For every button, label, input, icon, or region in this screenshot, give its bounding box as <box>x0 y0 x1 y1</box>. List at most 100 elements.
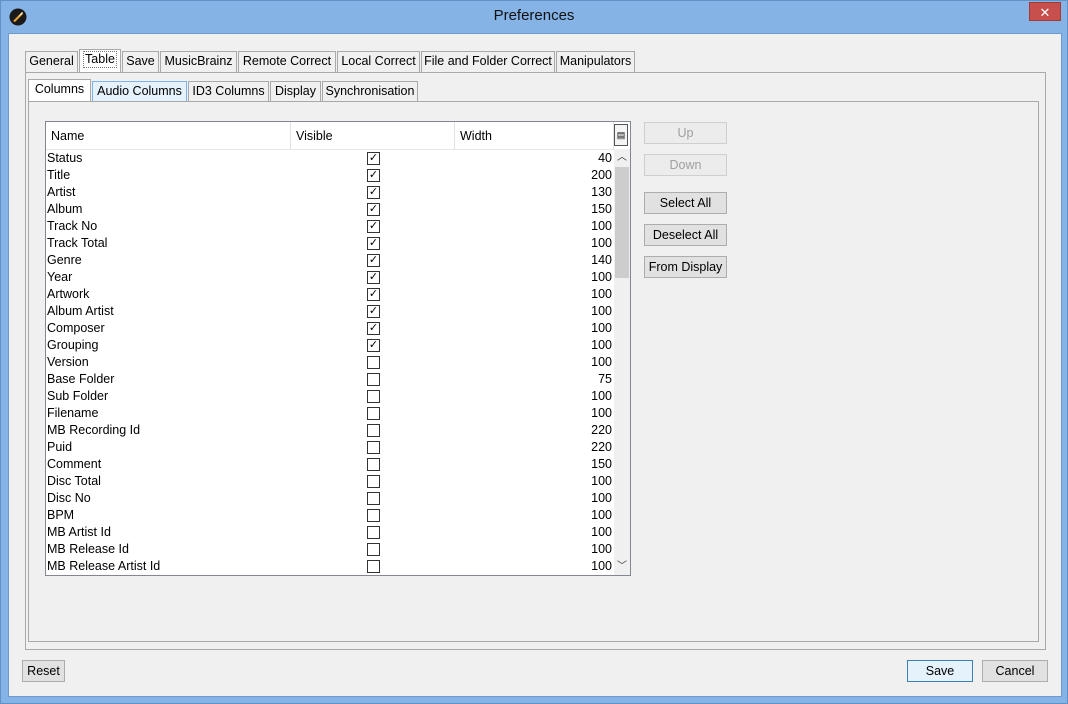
column-width[interactable]: 100 <box>591 490 612 507</box>
visible-checkbox[interactable] <box>367 407 380 420</box>
column-width[interactable]: 100 <box>591 388 612 405</box>
tab-table[interactable]: Table <box>79 49 121 73</box>
table-row[interactable]: Version 100 <box>46 354 614 371</box>
table-row[interactable]: MB Artist Id 100 <box>46 524 614 541</box>
close-button[interactable]: ✕ <box>1029 2 1061 21</box>
column-width[interactable]: 100 <box>591 286 612 303</box>
table-row[interactable]: Artist ✓ 130 <box>46 184 614 201</box>
table-row[interactable]: MB Release Id 100 <box>46 541 614 558</box>
visible-checkbox[interactable]: ✓ <box>367 186 380 199</box>
table-row[interactable]: Album ✓ 150 <box>46 201 614 218</box>
tab-musicbrainz[interactable]: MusicBrainz <box>160 51 237 72</box>
column-width[interactable]: 130 <box>591 184 612 201</box>
tab-remote-correct[interactable]: Remote Correct <box>238 51 336 72</box>
column-width[interactable]: 100 <box>591 507 612 524</box>
table-row[interactable]: Artwork ✓ 100 <box>46 286 614 303</box>
column-width[interactable]: 100 <box>591 354 612 371</box>
title-bar[interactable]: Preferences ✕ <box>1 1 1067 33</box>
column-chooser-icon[interactable]: ▤ <box>614 124 628 146</box>
visible-checkbox[interactable]: ✓ <box>367 220 380 233</box>
visible-checkbox[interactable] <box>367 543 380 556</box>
scrollbar-thumb[interactable] <box>615 167 629 278</box>
header-visible[interactable]: Visible <box>291 122 455 149</box>
table-row[interactable]: Disc No 100 <box>46 490 614 507</box>
visible-checkbox[interactable]: ✓ <box>367 169 380 182</box>
column-width[interactable]: 100 <box>591 235 612 252</box>
visible-checkbox[interactable] <box>367 441 380 454</box>
table-row[interactable]: Track Total ✓ 100 <box>46 235 614 252</box>
visible-checkbox[interactable] <box>367 458 380 471</box>
visible-checkbox[interactable] <box>367 356 380 369</box>
visible-checkbox[interactable] <box>367 373 380 386</box>
down-button[interactable]: Down <box>644 154 727 176</box>
columns-table[interactable]: Name Visible Width ▤ Status ✓ 40 Title ✓ 200 A… <box>45 121 631 576</box>
table-row[interactable]: Puid 220 <box>46 439 614 456</box>
column-width[interactable]: 100 <box>591 405 612 422</box>
table-row[interactable]: Title ✓ 200 <box>46 167 614 184</box>
subtab-display[interactable]: Display <box>270 81 321 102</box>
up-button[interactable]: Up <box>644 122 727 144</box>
column-width[interactable]: 75 <box>598 371 612 388</box>
table-row[interactable]: Base Folder 75 <box>46 371 614 388</box>
column-width[interactable]: 220 <box>591 439 612 456</box>
tab-manipulators[interactable]: Manipulators <box>556 51 635 72</box>
visible-checkbox[interactable]: ✓ <box>367 288 380 301</box>
tab-save[interactable]: Save <box>122 51 159 72</box>
column-width[interactable]: 100 <box>591 303 612 320</box>
tab-file-and-folder-correct[interactable]: File and Folder Correct <box>421 51 555 72</box>
visible-checkbox[interactable]: ✓ <box>367 203 380 216</box>
table-row[interactable]: MB Release Artist Id 100 <box>46 558 614 575</box>
save-button[interactable]: Save <box>907 660 973 682</box>
column-width[interactable]: 40 <box>598 150 612 167</box>
visible-checkbox[interactable] <box>367 390 380 403</box>
deselect-all-button[interactable]: Deselect All <box>644 224 727 246</box>
visible-checkbox[interactable]: ✓ <box>367 339 380 352</box>
visible-checkbox[interactable]: ✓ <box>367 305 380 318</box>
visible-checkbox[interactable]: ✓ <box>367 271 380 284</box>
table-row[interactable]: Sub Folder 100 <box>46 388 614 405</box>
column-width[interactable]: 100 <box>591 320 612 337</box>
subtab-id3-columns[interactable]: ID3 Columns <box>188 81 269 102</box>
tab-general[interactable]: General <box>25 51 78 72</box>
scroll-up-arrow-icon[interactable]: ︿ <box>614 149 630 166</box>
table-row[interactable]: BPM 100 <box>46 507 614 524</box>
visible-checkbox[interactable]: ✓ <box>367 322 380 335</box>
scroll-down-arrow-icon[interactable]: ﹀ <box>614 558 630 575</box>
table-row[interactable]: Year ✓ 100 <box>46 269 614 286</box>
subtab-audio-columns[interactable]: Audio Columns <box>92 81 187 102</box>
table-row[interactable]: Comment 150 <box>46 456 614 473</box>
vertical-scrollbar[interactable]: ︿ ﹀ <box>614 149 630 575</box>
table-row[interactable]: Genre ✓ 140 <box>46 252 614 269</box>
visible-checkbox[interactable] <box>367 475 380 488</box>
column-width[interactable]: 100 <box>591 269 612 286</box>
reset-button[interactable]: Reset <box>22 660 65 682</box>
from-display-button[interactable]: From Display <box>644 256 727 278</box>
table-row[interactable]: Track No ✓ 100 <box>46 218 614 235</box>
tab-local-correct[interactable]: Local Correct <box>337 51 420 72</box>
table-row[interactable]: Disc Total 100 <box>46 473 614 490</box>
column-width[interactable]: 100 <box>591 473 612 490</box>
subtab-columns[interactable]: Columns <box>28 79 91 102</box>
column-width[interactable]: 150 <box>591 201 612 218</box>
table-row[interactable]: Composer ✓ 100 <box>46 320 614 337</box>
visible-checkbox[interactable] <box>367 509 380 522</box>
subtab-synchronisation[interactable]: Synchronisation <box>322 81 418 102</box>
table-row[interactable]: MB Recording Id 220 <box>46 422 614 439</box>
column-width[interactable]: 100 <box>591 541 612 558</box>
visible-checkbox[interactable] <box>367 424 380 437</box>
column-width[interactable]: 100 <box>591 524 612 541</box>
select-all-button[interactable]: Select All <box>644 192 727 214</box>
column-width[interactable]: 100 <box>591 337 612 354</box>
table-row[interactable]: Grouping ✓ 100 <box>46 337 614 354</box>
header-width[interactable]: Width <box>455 122 614 149</box>
table-row[interactable]: Filename 100 <box>46 405 614 422</box>
column-width[interactable]: 100 <box>591 218 612 235</box>
cancel-button[interactable]: Cancel <box>982 660 1048 682</box>
column-width[interactable]: 100 <box>591 558 612 575</box>
column-width[interactable]: 200 <box>591 167 612 184</box>
column-width[interactable]: 220 <box>591 422 612 439</box>
visible-checkbox[interactable] <box>367 492 380 505</box>
table-row[interactable]: Album Artist ✓ 100 <box>46 303 614 320</box>
column-width[interactable]: 150 <box>591 456 612 473</box>
visible-checkbox[interactable] <box>367 560 380 573</box>
